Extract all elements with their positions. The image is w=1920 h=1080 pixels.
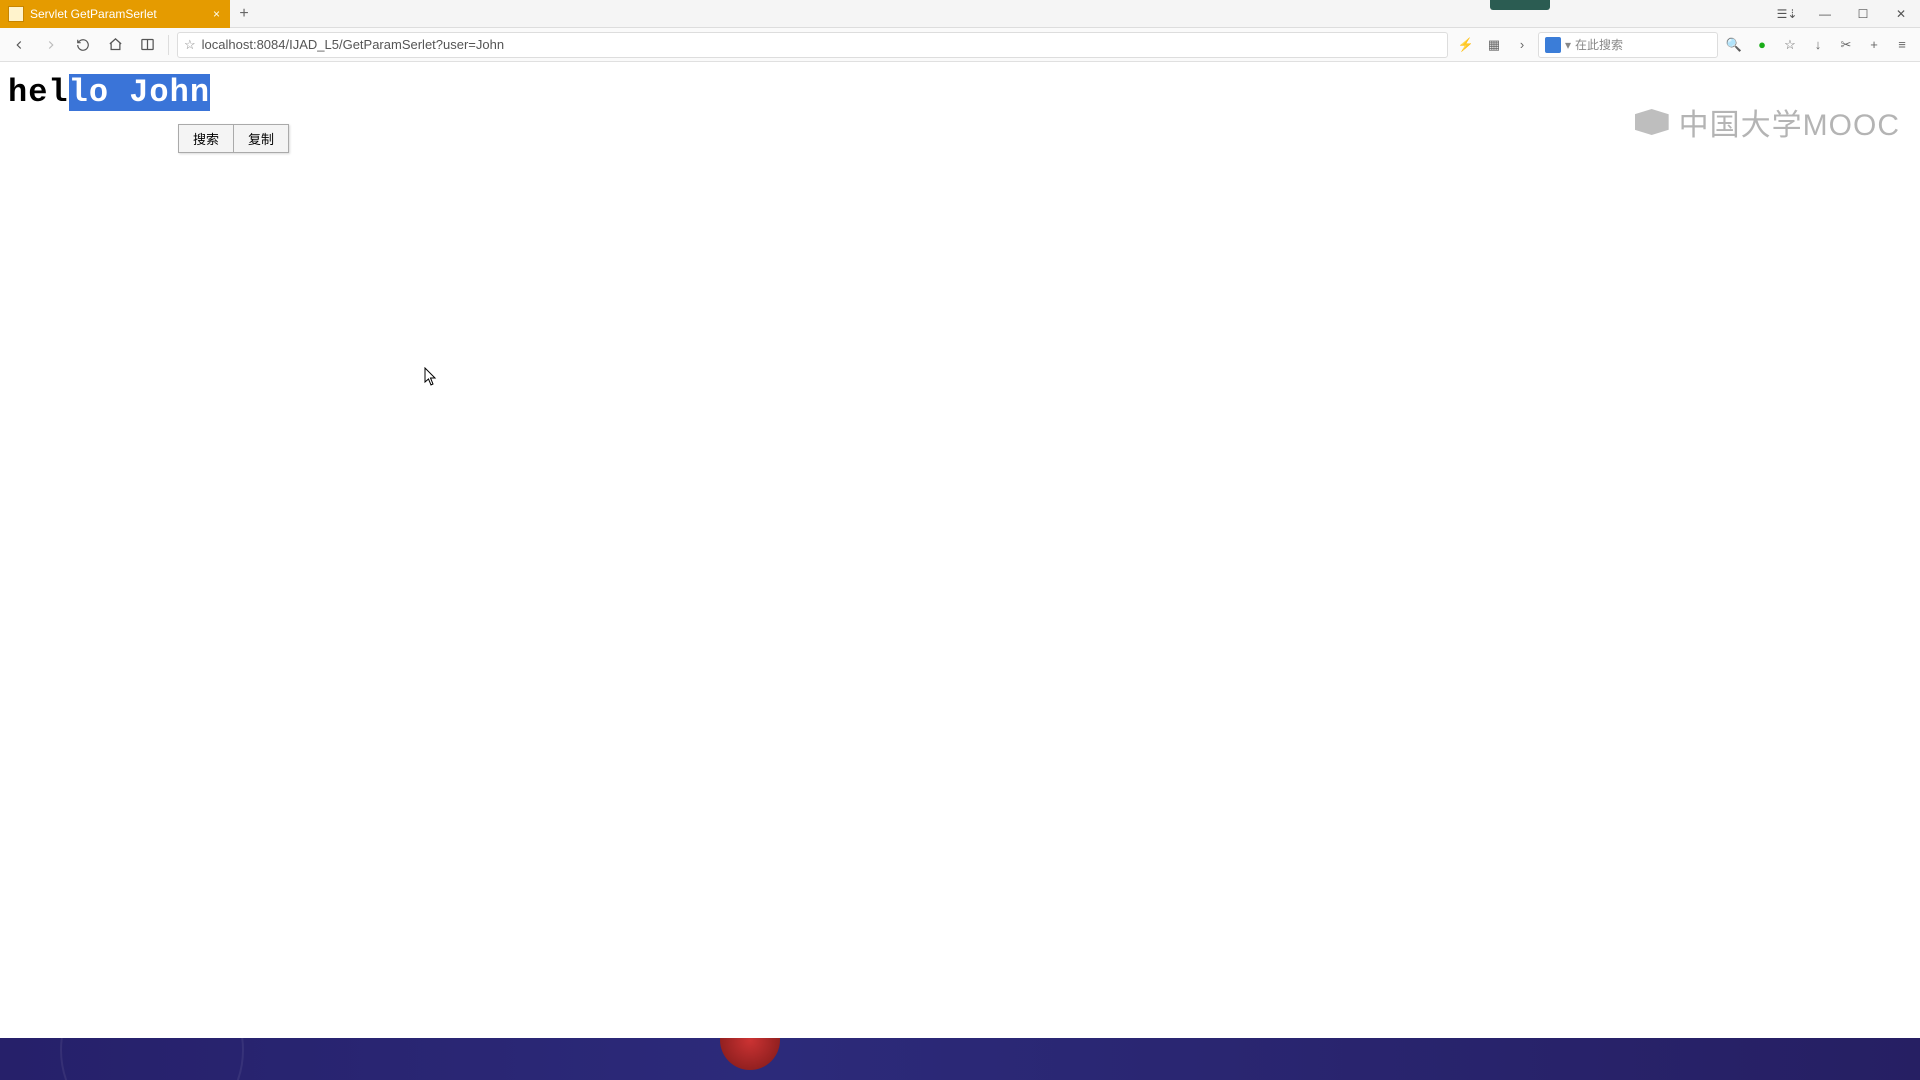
selection-context-menu: 搜索 复制 [178,124,289,153]
nav-back-button[interactable] [6,32,32,58]
context-copy-button[interactable]: 复制 [234,125,288,152]
window-maximize[interactable]: ☐ [1844,0,1882,28]
toolbar-separator [168,35,169,55]
wechat-icon[interactable]: ● [1750,33,1774,57]
footer-decoration [720,1038,780,1070]
add-icon[interactable]: + [1862,33,1886,57]
window-minimize[interactable]: — [1806,0,1844,28]
expand-icon[interactable]: › [1510,33,1534,57]
titlebar: Servlet GetParamSerlet × + ☰⇣ — ☐ ✕ [0,0,1920,28]
tab-title: Servlet GetParamSerlet [30,7,205,21]
scissors-icon[interactable]: ✂ [1834,33,1858,57]
watermark-logo-icon [1635,109,1669,135]
top-status-badge [1490,0,1550,10]
zoom-icon[interactable]: 🔍 [1722,33,1746,57]
browser-tab-active[interactable]: Servlet GetParamSerlet × [0,0,230,28]
toolbar-right-tools: ⚡ ▦ › ▾ 在此搜索 🔍 ● ☆ ↓ ✂ + ≡ [1454,32,1914,58]
account-icon[interactable]: ☰⇣ [1768,0,1806,28]
heading-text-unselected: hel [8,74,69,111]
search-box[interactable]: ▾ 在此搜索 [1538,32,1718,58]
mouse-cursor-icon [424,367,438,387]
lightning-icon[interactable]: ⚡ [1454,33,1478,57]
toolbar: ☆ localhost:8084/IJAD_L5/GetParamSerlet?… [0,28,1920,62]
page-content: hello John 搜索 复制 中国大学MOOC [0,62,1920,1080]
search-placeholder: 在此搜索 [1575,36,1623,53]
page-heading[interactable]: hello John [0,62,1920,111]
footer-band [0,1038,1920,1080]
read-mode-button[interactable] [134,32,160,58]
new-tab-button[interactable]: + [230,0,258,27]
window-close[interactable]: ✕ [1882,0,1920,28]
tab-favicon [8,6,24,22]
address-url: localhost:8084/IJAD_L5/GetParamSerlet?us… [202,37,1441,52]
heading-text-selected: lo John [69,74,210,111]
context-search-button[interactable]: 搜索 [179,125,234,152]
menu-icon[interactable]: ≡ [1890,33,1914,57]
bookmark-star-icon[interactable]: ☆ [184,37,196,53]
dropdown-caret-icon[interactable]: ▾ [1565,38,1571,52]
address-bar[interactable]: ☆ localhost:8084/IJAD_L5/GetParamSerlet?… [177,32,1448,58]
tab-close-icon[interactable]: × [211,7,222,21]
window-controls: ☰⇣ — ☐ ✕ [1768,0,1920,28]
favorites-icon[interactable]: ☆ [1778,33,1802,57]
search-engine-icon[interactable] [1545,37,1561,53]
nav-forward-button[interactable] [38,32,64,58]
qr-icon[interactable]: ▦ [1482,33,1506,57]
nav-home-button[interactable] [102,32,128,58]
download-icon[interactable]: ↓ [1806,33,1830,57]
nav-reload-button[interactable] [70,32,96,58]
